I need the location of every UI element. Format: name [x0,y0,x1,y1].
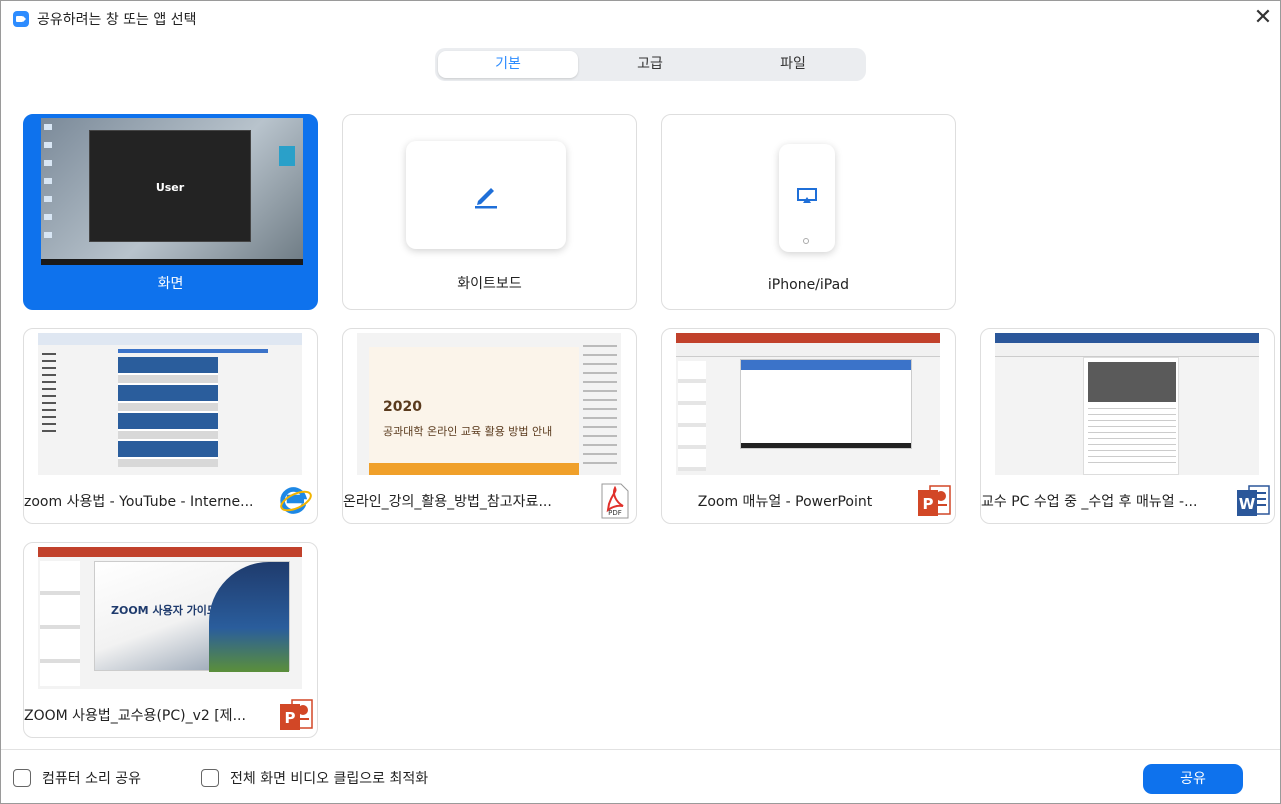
window-label: Zoom 매뉴얼 - PowerPoint [697,494,873,510]
page-text-lines [1088,408,1176,468]
share-button[interactable]: 공유 [1143,764,1243,794]
tab-bar: 기본 고급 파일 [435,48,866,81]
share-option-whiteboard[interactable]: 화이트보드 [342,114,637,310]
footer-divider [1,749,1280,750]
svg-text:W: W [1239,495,1256,513]
slide-footer [741,443,911,448]
window-label: zoom 사용법 - YouTube - Interne... [24,494,254,510]
app-titlebar [995,333,1259,343]
page-image [1088,362,1176,402]
powerpoint-icon: P [280,699,313,730]
screen-label: 화면 [157,276,184,292]
desktop-widget [279,146,295,166]
share-option-iphone-ipad[interactable]: iPhone/iPad [661,114,956,310]
pencil-icon [475,188,497,209]
tab-basic[interactable]: 기본 [438,51,578,78]
share-option-screen[interactable]: User 화면 [23,114,318,310]
optimize-video-checkbox[interactable] [201,769,219,787]
window-thumbnail: ZOOM 사용자 가이드 [38,547,302,689]
svg-text:P: P [923,495,934,513]
taskbar [41,259,303,265]
home-button-icon [803,238,809,244]
whiteboard-label: 화이트보드 [457,276,522,292]
screen-thumbnail: User [41,118,303,265]
page-content [118,357,218,467]
share-computer-sound-checkbox[interactable] [13,769,31,787]
window-item-youtube[interactable]: zoom 사용법 - YouTube - Interne... [23,328,318,524]
window-thumbnail: 2020 공과대학 온라인 교육 활용 방법 안내 [357,333,621,475]
browser-bar [38,333,302,345]
tab-files[interactable]: 파일 [723,51,863,78]
word-page [1083,357,1179,475]
pdf-footer-band [369,463,579,475]
zoom-app-icon [13,11,29,27]
slide-header [741,360,911,370]
tab-advanced[interactable]: 고급 [580,51,720,78]
browser-accent [118,349,268,353]
app-ribbon [995,343,1259,357]
svg-text:PDF: PDF [608,509,622,517]
slide-graphic [209,562,289,672]
app-titlebar [38,547,302,557]
window-label: 온라인_강의_활용_방법_참고자료... [343,494,552,510]
airplay-icon [797,188,817,203]
title-bar: 공유하려는 창 또는 앱 선택 ✕ [1,1,1280,37]
window-item-pdf[interactable]: 2020 공과대학 온라인 교육 활용 방법 안내 온라인_강의_활용_방법_참… [342,328,637,524]
iphone-ipad-label: iPhone/iPad [767,277,850,293]
page-sidebar [42,353,56,433]
window-label: 교수 PC 수업 중 _수업 후 매뉴얼 -... [981,494,1198,510]
slide-title-text: ZOOM 사용자 가이드 [111,604,218,617]
internet-explorer-icon [280,487,312,514]
app-titlebar [676,333,940,343]
phone-preview [779,144,835,252]
svg-text:P: P [285,709,296,727]
window-thumbnail [38,333,302,475]
slide-preview [740,359,912,449]
pdf-icon: PDF [601,483,629,519]
close-button[interactable]: ✕ [1250,5,1276,31]
slide-list [40,561,80,686]
user-name-label: User [155,181,185,194]
slide-list [678,361,706,471]
pdf-tools-panel [583,345,617,465]
app-ribbon [676,343,940,357]
zoom-window-preview: User [89,130,251,242]
whiteboard-preview [406,141,566,249]
optimize-video-label: 전체 화면 비디오 클립으로 최적화 [230,771,429,787]
window-item-zoom-guide[interactable]: ZOOM 사용자 가이드 ZOOM 사용법_교수용(PC)_v2 [제... P [23,542,318,738]
window-label: ZOOM 사용법_교수용(PC)_v2 [제... [24,708,246,724]
desktop-icons [44,124,52,244]
pdf-year-text: 2020 [383,399,422,415]
window-thumbnail [676,333,940,475]
pdf-title-text: 공과대학 온라인 교육 활용 방법 안내 [383,425,553,438]
window-item-powerpoint[interactable]: Zoom 매뉴얼 - PowerPoint P [661,328,956,524]
slide-preview: ZOOM 사용자 가이드 [94,561,290,672]
window-thumbnail [995,333,1259,475]
window-title: 공유하려는 창 또는 앱 선택 [37,12,197,28]
share-computer-sound-label: 컴퓨터 소리 공유 [42,771,142,787]
pdf-page: 2020 공과대학 온라인 교육 활용 방법 안내 [369,347,579,475]
window-item-word[interactable]: 교수 PC 수업 중 _수업 후 매뉴얼 -... W [980,328,1275,524]
powerpoint-icon: P [918,485,951,516]
word-icon: W [1237,485,1270,516]
